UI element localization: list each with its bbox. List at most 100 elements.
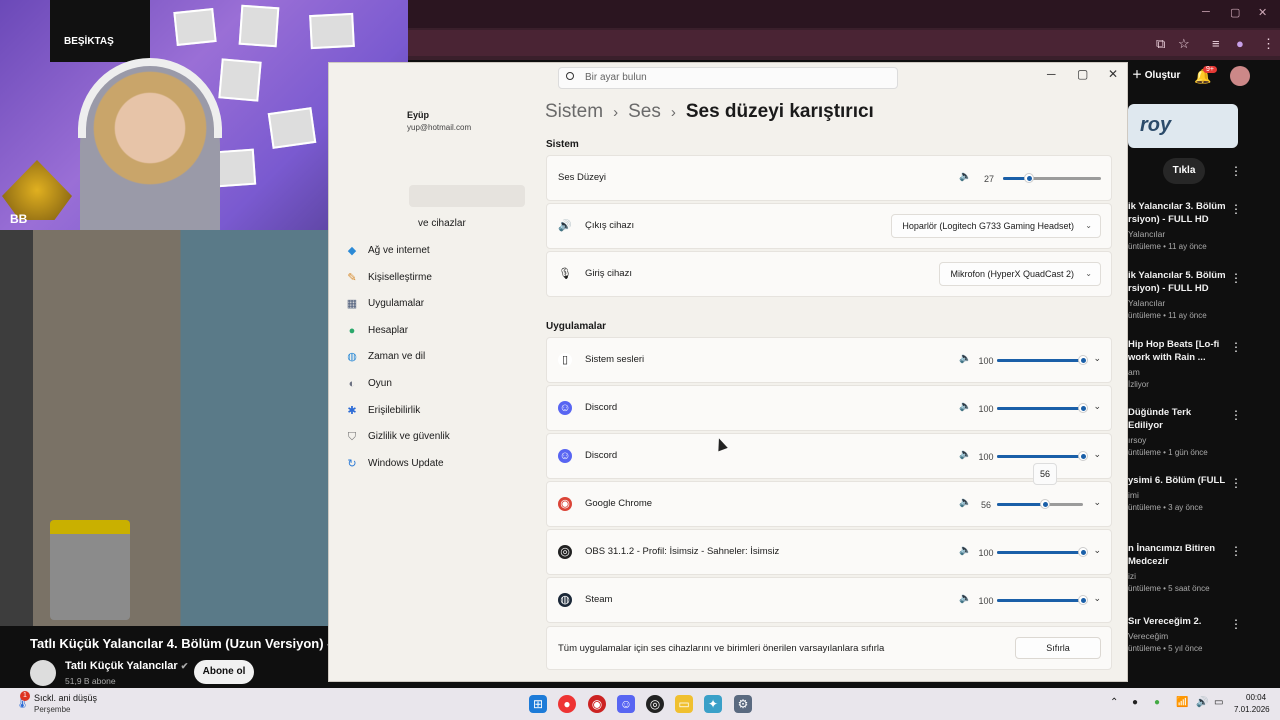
speaker-icon[interactable]: 🔈 — [959, 401, 971, 412]
app-icon[interactable]: ◉ — [588, 695, 606, 713]
create-button[interactable]: ＋ Oluştur — [1126, 66, 1186, 86]
sidebar-item[interactable]: ↻ Windows Update — [345, 453, 525, 475]
list-item[interactable]: ysimi 6. Bölüm (FULL imi üntüleme • 3 ay ö… — [1128, 474, 1228, 512]
more-options-icon[interactable]: ⋮ — [1230, 202, 1242, 216]
chevron-down-icon[interactable]: ⌄ — [1093, 497, 1101, 508]
browser-menu-icon[interactable]: ⋮ — [1262, 36, 1275, 52]
sidebar-item-system[interactable] — [409, 185, 525, 207]
slider-thumb[interactable] — [1078, 547, 1088, 557]
app-volume-value: 56 — [980, 500, 991, 510]
cast-icon[interactable]: ⧉ — [1156, 36, 1165, 52]
slider-thumb[interactable] — [1040, 499, 1051, 509]
more-options-icon[interactable]: ⋮ — [1230, 164, 1242, 178]
app-volume-slider[interactable] — [997, 451, 1088, 461]
speaker-icon[interactable]: 🔈 — [959, 171, 971, 182]
slider-thumb[interactable] — [1078, 451, 1088, 461]
list-item[interactable]: ik Yalancılar 3. Bölüm rsiyon) - FULL HD… — [1128, 200, 1228, 251]
sidebar-item[interactable]: ◆ Ağ ve internet — [345, 240, 525, 262]
output-device-dropdown[interactable]: Hoparlör (Logitech G733 Gaming Headset) ⌄ — [891, 214, 1101, 238]
list-item[interactable]: ik Yalancılar 5. Bölüm rsiyon) - FULL HD… — [1128, 269, 1228, 320]
speaker-icon[interactable]: 🔈 — [959, 449, 971, 460]
battery-tray-icon[interactable]: ▭ — [1214, 697, 1223, 708]
more-options-icon[interactable]: ⋮ — [1230, 476, 1242, 490]
file-explorer-icon[interactable]: ▭ — [675, 695, 693, 713]
app-volume-slider[interactable] — [997, 403, 1088, 413]
status-tray-icon[interactable]: ● — [1154, 697, 1160, 708]
list-item[interactable]: n İnancımızı Bitiren Medcezir izi üntüleme… — [1128, 542, 1228, 593]
app-volume-slider[interactable] — [997, 499, 1083, 509]
minimize-icon[interactable]: ─ — [1047, 67, 1056, 81]
avatar[interactable] — [1230, 66, 1250, 86]
sidebar-item[interactable]: ✎ Kişiselleştirme — [345, 267, 525, 289]
app-volume-slider[interactable] — [997, 595, 1088, 605]
speaker-icon[interactable]: 🔈 — [959, 593, 971, 604]
network-app-icon[interactable]: ✦ — [704, 695, 722, 713]
app-volume-slider[interactable] — [997, 355, 1088, 365]
breadcrumb-system[interactable]: Sistem — [545, 101, 603, 122]
ad-banner[interactable]: roy — [1128, 104, 1238, 148]
channel-avatar[interactable] — [30, 660, 56, 686]
slider-thumb[interactable] — [1078, 355, 1088, 365]
subscribe-button[interactable]: Abone ol — [194, 660, 254, 684]
slider-thumb[interactable] — [1078, 595, 1088, 605]
breadcrumb-sound[interactable]: Ses — [628, 101, 661, 122]
list-item[interactable]: Düğünde Terk Ediliyor ırsoy üntüleme • 1 g… — [1128, 406, 1228, 457]
chevron-down-icon[interactable]: ⌄ — [1093, 545, 1101, 556]
channel-name[interactable]: Tatlı Küçük Yalancılar ✔ — [65, 660, 188, 672]
extensions-icon[interactable]: ≡ — [1212, 36, 1220, 51]
more-options-icon[interactable]: ⋮ — [1230, 340, 1242, 354]
wifi-tray-icon[interactable]: 📶 — [1176, 697, 1188, 708]
sidebar-item[interactable]: ▦ Uygulamalar — [345, 293, 525, 315]
sidebar-item[interactable]: ◐ Oyun — [345, 373, 525, 395]
more-options-icon[interactable]: ⋮ — [1230, 408, 1242, 422]
address-bar[interactable] — [408, 30, 1280, 56]
more-options-icon[interactable]: ⋮ — [1230, 617, 1242, 631]
discord-icon[interactable]: ☺ — [617, 695, 635, 713]
sidebar-item[interactable]: ✱ Erişilebilirlik — [345, 400, 525, 422]
clock-time[interactable]: 00:04 — [1246, 693, 1266, 702]
close-icon[interactable]: ✕ — [1108, 67, 1118, 81]
browser-minimize-icon[interactable]: ─ — [1202, 6, 1210, 18]
click-button[interactable]: Tıkla — [1163, 158, 1205, 184]
sidebar-item[interactable]: ● Hesaplar — [345, 320, 525, 342]
system-volume-value: 27 — [983, 174, 994, 184]
video-title: ysimi 6. Bölüm (FULL — [1128, 475, 1226, 486]
speaker-icon[interactable]: 🔈 — [959, 545, 971, 556]
slider-thumb[interactable] — [1024, 173, 1035, 183]
sidebar-item[interactable]: ◍ Zaman ve dil — [345, 346, 525, 368]
chrome-icon[interactable]: ● — [558, 695, 576, 713]
app-tray-icon[interactable]: ● — [1132, 697, 1138, 708]
speaker-icon[interactable]: 🔈 — [959, 497, 971, 508]
chevron-up-icon[interactable]: ⌃ — [1110, 697, 1118, 708]
system-volume-slider[interactable] — [1003, 173, 1101, 183]
chevron-down-icon[interactable]: ⌄ — [1093, 449, 1101, 460]
slider-thumb[interactable] — [1078, 403, 1088, 413]
settings-gear-icon[interactable]: ⚙ — [734, 695, 752, 713]
more-options-icon[interactable]: ⋮ — [1230, 271, 1242, 285]
app-volume-slider[interactable] — [997, 547, 1088, 557]
list-item[interactable]: Hip Hop Beats [Lo-fi work with Rain ... a… — [1128, 338, 1228, 389]
wifi-icon: ◆ — [347, 245, 357, 257]
browser-close-icon[interactable]: ✕ — [1258, 6, 1267, 19]
browser-maximize-icon[interactable]: ▢ — [1230, 6, 1240, 19]
start-icon[interactable]: ⊞ — [529, 695, 547, 713]
browser-tab-strip[interactable] — [408, 0, 1280, 28]
maximize-icon[interactable]: ▢ — [1077, 67, 1088, 81]
clock-date[interactable]: 7.01.2026 — [1234, 705, 1270, 714]
speaker-icon[interactable]: 🔈 — [959, 353, 971, 364]
chevron-down-icon[interactable]: ⌄ — [1093, 353, 1101, 364]
chevron-down-icon[interactable]: ⌄ — [1093, 401, 1101, 412]
obs-icon[interactable]: ◎ — [646, 695, 664, 713]
input-device-dropdown[interactable]: Mikrofon (HyperX QuadCast 2) ⌄ — [939, 262, 1101, 286]
more-options-icon[interactable]: ⋮ — [1230, 544, 1242, 558]
profile-icon[interactable]: ● — [1236, 36, 1244, 51]
bookmark-star-icon[interactable]: ☆ — [1178, 36, 1190, 52]
weather-title[interactable]: Sıckl. ani düşüş — [34, 693, 97, 703]
video-player[interactable] — [0, 230, 328, 626]
volume-tray-icon[interactable]: 🔊 — [1196, 697, 1208, 708]
chevron-down-icon[interactable]: ⌄ — [1093, 593, 1101, 604]
list-item[interactable]: Sır Vereceğim 2. Vereceğim üntüleme • 5 yı… — [1128, 615, 1228, 653]
reset-button[interactable]: Sıfırla — [1015, 637, 1101, 659]
search-input[interactable]: Bir ayar bulun — [558, 67, 898, 89]
sidebar-item[interactable]: ⛉ Gizlilik ve güvenlik — [345, 426, 525, 448]
